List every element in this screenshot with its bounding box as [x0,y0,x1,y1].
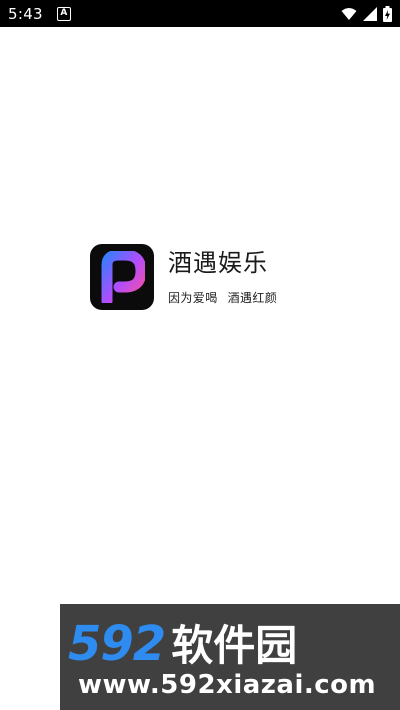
logo-p-icon [101,251,145,303]
splash-branding: 酒遇娱乐 因为爱喝 酒遇红颜 [90,244,277,310]
wifi-icon [341,7,357,21]
battery-charging-icon [383,5,392,22]
signal-icon [363,6,377,21]
status-icons [341,5,392,22]
app-slogan: 因为爱喝 酒遇红颜 [168,289,277,306]
notification-icon: A [56,6,71,21]
status-bar: 5:43 A [0,0,400,27]
watermark-title: 592 软件园 [68,612,297,673]
slogan-part-2: 酒遇红颜 [227,290,278,305]
site-watermark: 592 软件园 www.592xiazai.com [60,604,400,710]
slogan-part-1: 因为爱喝 [168,290,218,305]
watermark-url: www.592xiazai.com [78,670,377,700]
app-text-block: 酒遇娱乐 因为爱喝 酒遇红颜 [168,249,277,306]
app-name: 酒遇娱乐 [168,248,268,277]
watermark-brand: 软件园 [171,621,298,670]
status-time: 5:43 [8,4,43,23]
watermark-number: 592 [68,616,166,672]
app-logo [90,244,154,310]
